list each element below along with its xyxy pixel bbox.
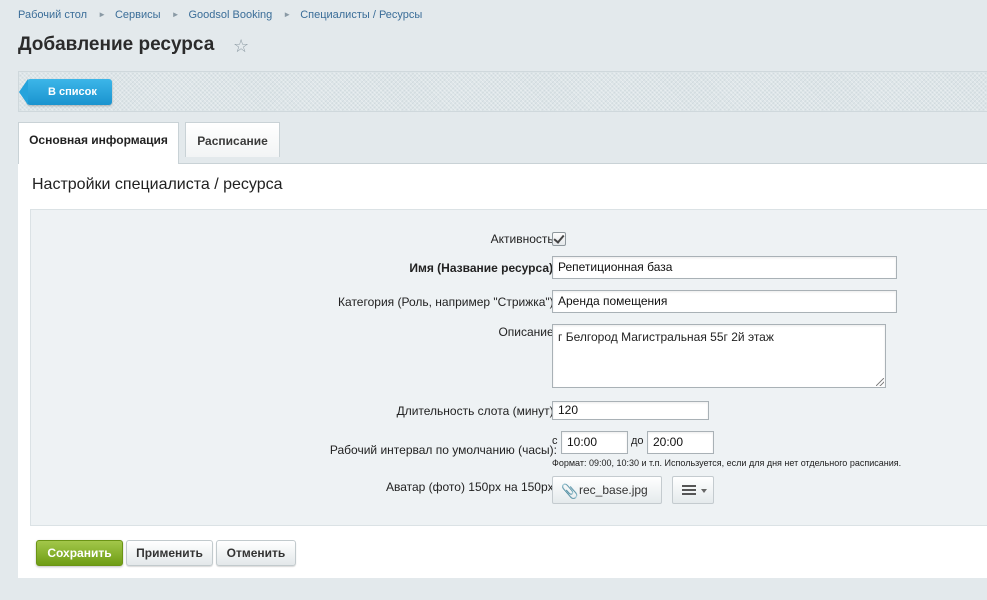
page: Рабочий стол ► Сервисы ► Goodsol Booking ► Спе…: [0, 0, 987, 600]
paperclip-icon: 📎: [561, 483, 579, 499]
menu-icon: [682, 485, 696, 495]
breadcrumb-item-goodsol-booking[interactable]: Goodsol Booking: [188, 9, 272, 21]
category-input[interactable]: Аренда помещения: [552, 290, 897, 313]
toolbar: В список: [18, 71, 987, 112]
description-label: Описание:: [498, 325, 557, 339]
star-icon[interactable]: ☆: [233, 36, 249, 57]
description-text: г Белгород Магистральная 55г 2й этаж: [558, 330, 774, 344]
breadcrumb-separator-icon: ►: [98, 10, 106, 19]
bottom-strip: [0, 578, 987, 600]
slot-label: Длительность слота (минут):: [396, 404, 557, 418]
cancel-button[interactable]: Отменить: [216, 540, 296, 566]
breadcrumb-item-desktop[interactable]: Рабочий стол: [18, 9, 87, 21]
breadcrumb-separator-icon: ►: [283, 10, 292, 19]
tab-main-info[interactable]: Основная информация: [18, 122, 179, 164]
name-input[interactable]: Репетиционная база: [552, 256, 897, 279]
avatar-label: Аватар (фото) 150px на 150px:: [385, 480, 557, 494]
active-checkbox[interactable]: [552, 232, 566, 246]
interval-label: Рабочий интервал по умолчанию (часы):: [329, 443, 557, 457]
category-label: Категория (Роль, например "Стрижка"):: [338, 295, 557, 309]
breadcrumb-separator-icon: ►: [171, 10, 180, 19]
slot-input[interactable]: 120: [552, 401, 709, 420]
active-label: Активность:: [490, 232, 557, 246]
breadcrumb-item-specialists[interactable]: Специалисты / Ресурсы: [300, 9, 422, 21]
interval-from-label: с: [552, 435, 558, 447]
interval-hint: Формат: 09:00, 10:30 и т.п. Используется…: [552, 458, 902, 468]
tab-schedule[interactable]: Расписание: [185, 122, 280, 157]
page-title: Добавление ресурса: [18, 34, 215, 55]
resize-grip-icon[interactable]: [876, 378, 884, 386]
interval-to-label: до: [631, 435, 644, 447]
chevron-down-icon: [701, 489, 707, 493]
main-panel: Настройки специалиста / ресурса Активнос…: [18, 163, 987, 578]
breadcrumb: Рабочий стол ► Сервисы ► Goodsol Booking ► Спе…: [18, 9, 422, 21]
avatar-file-name: rec_base.jpg: [579, 483, 648, 497]
breadcrumb-item-services[interactable]: Сервисы: [115, 9, 161, 21]
avatar-file-button[interactable]: 📎 rec_base.jpg: [552, 476, 662, 504]
form-box: Активность: Имя (Название ресурса): Репе…: [30, 209, 987, 526]
arrow-left-icon: [19, 79, 28, 105]
back-to-list-button[interactable]: В список: [19, 79, 112, 105]
save-button[interactable]: Сохранить: [36, 540, 123, 566]
apply-button[interactable]: Применить: [126, 540, 213, 566]
section-title: Настройки специалиста / ресурса: [32, 176, 283, 193]
avatar-menu-button[interactable]: [672, 476, 714, 504]
back-to-list-label: В список: [48, 86, 97, 98]
name-label: Имя (Название ресурса):: [409, 261, 557, 275]
interval-to-input[interactable]: 20:00: [647, 431, 714, 454]
description-textarea[interactable]: г Белгород Магистральная 55г 2й этаж: [552, 324, 886, 388]
interval-from-input[interactable]: 10:00: [561, 431, 628, 454]
